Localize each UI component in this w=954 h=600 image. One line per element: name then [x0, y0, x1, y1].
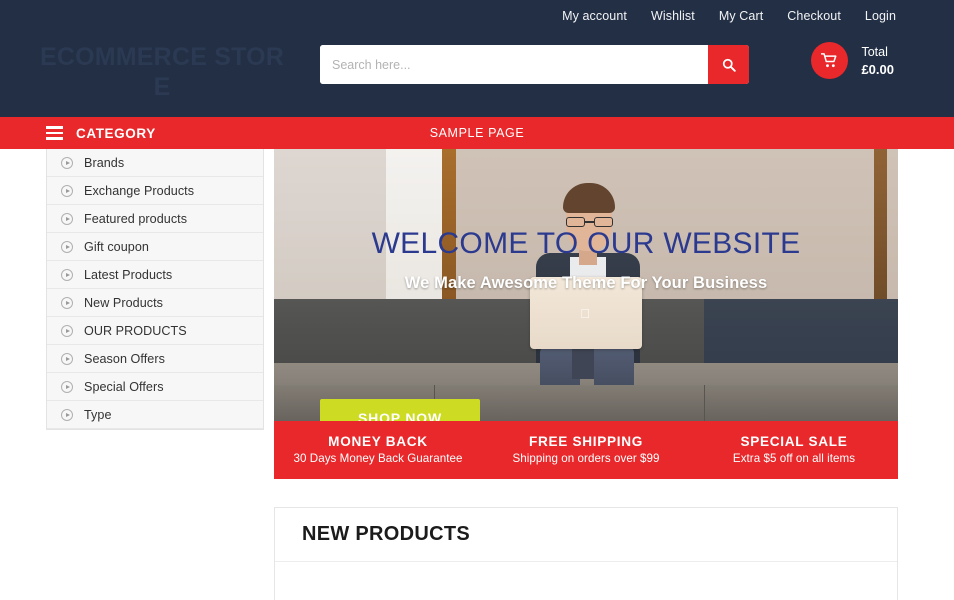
search-button[interactable] — [708, 45, 749, 84]
sidebar-item-season-offers[interactable]: Season Offers — [47, 345, 263, 373]
promo-title: FREE SHIPPING — [528, 434, 644, 449]
circle-play-icon — [61, 380, 73, 393]
hamburger-icon — [46, 126, 63, 140]
cart-summary[interactable]: Total £0.00 — [811, 42, 894, 79]
shop-now-button[interactable]: SHOP NOW — [320, 399, 480, 421]
topnav-link-wishlist[interactable]: Wishlist — [651, 8, 695, 24]
circle-play-icon — [61, 324, 73, 337]
topnav-link-my-cart[interactable]: My Cart — [719, 8, 763, 24]
search-icon — [722, 58, 736, 72]
category-menu-label: CATEGORY — [76, 125, 156, 141]
sidebar-item-label: Special Offers — [84, 379, 164, 394]
topnav-link-checkout[interactable]: Checkout — [787, 8, 841, 24]
sidebar-item-latest-products[interactable]: Latest Products — [47, 261, 263, 289]
circle-play-icon — [61, 240, 73, 253]
circle-play-icon — [61, 156, 73, 169]
circle-play-icon — [61, 352, 73, 365]
new-products-title: NEW PRODUCTS — [302, 523, 471, 545]
cart-icon-button[interactable] — [811, 42, 849, 79]
sidebar-item-label: Featured products — [84, 211, 188, 226]
sidebar-item-brands[interactable]: Brands — [47, 149, 263, 177]
promo-subtitle: Extra $5 off on all items — [732, 452, 856, 465]
promo-subtitle: 30 Days Money Back Guarantee — [293, 452, 463, 465]
top-utility-nav: My account Wishlist My Cart Checkout Log… — [562, 8, 896, 24]
site-header: My account Wishlist My Cart Checkout Log… — [0, 0, 954, 117]
cart-total-label: Total — [861, 44, 888, 59]
site-logo[interactable]: ECOMMERCE STORE — [38, 42, 286, 102]
new-products-header: NEW PRODUCTS — [275, 508, 897, 562]
sidebar-item-special-offers[interactable]: Special Offers — [47, 373, 263, 401]
circle-play-icon — [61, 268, 73, 281]
sidebar-item-gift-coupon[interactable]: Gift coupon — [47, 233, 263, 261]
sidebar-item-featured-products[interactable]: Featured products — [47, 205, 263, 233]
hero-subtitle: We Make Awesome Theme For Your Business — [404, 274, 768, 292]
hero-title: WELCOME TO OUR WEBSITE — [371, 227, 801, 260]
sidebar-item-label: Latest Products — [84, 267, 173, 282]
sidebar-item-label: OUR PRODUCTS — [84, 323, 187, 338]
category-menu-button[interactable]: CATEGORY — [46, 117, 156, 149]
promo-title: MONEY BACK — [328, 434, 428, 449]
search-input[interactable] — [320, 45, 708, 84]
cart-total-text: Total £0.00 — [861, 44, 894, 78]
page-root: My account Wishlist My Cart Checkout Log… — [0, 0, 954, 600]
shopping-cart-icon — [821, 53, 837, 68]
promo-item-money-back: MONEY BACK 30 Days Money Back Guarantee — [274, 433, 482, 467]
topnav-link-login[interactable]: Login — [865, 8, 896, 24]
nav-link-sample-page[interactable]: SAMPLE PAGE — [430, 126, 525, 140]
sidebar-item-label: Gift coupon — [84, 239, 149, 254]
sidebar-item-label: Brands — [84, 155, 125, 170]
topnav-link-my-account[interactable]: My account — [562, 8, 627, 24]
promo-banner: MONEY BACK 30 Days Money Back Guarantee … — [274, 421, 898, 479]
circle-play-icon — [61, 212, 73, 225]
sidebar-item-label: New Products — [84, 295, 163, 310]
sidebar-item-label: Type — [84, 407, 112, 422]
new-products-panel: NEW PRODUCTS — [274, 507, 898, 600]
hero-slider[interactable]:  WELCOME TO OUR WEBSITE We Make Awesome… — [274, 149, 898, 421]
category-nav-bar: SAMPLE PAGE CATEGORY — [0, 117, 954, 149]
category-sidebar: Brands Exchange Products Featured produc… — [46, 149, 264, 430]
promo-title: SPECIAL SALE — [740, 434, 848, 449]
sidebar-item-type[interactable]: Type — [47, 401, 263, 429]
search-bar — [320, 45, 749, 84]
promo-item-free-shipping: FREE SHIPPING Shipping on orders over $9… — [482, 433, 690, 467]
sidebar-item-our-products[interactable]: OUR PRODUCTS — [47, 317, 263, 345]
cart-total-amount: £0.00 — [861, 61, 894, 77]
circle-play-icon — [61, 184, 73, 197]
sidebar-item-exchange-products[interactable]: Exchange Products — [47, 177, 263, 205]
sidebar-item-label: Season Offers — [84, 351, 165, 366]
sidebar-item-new-products[interactable]: New Products — [47, 289, 263, 317]
sidebar-item-label: Exchange Products — [84, 183, 195, 198]
circle-play-icon — [61, 296, 73, 309]
promo-subtitle: Shipping on orders over $99 — [512, 452, 660, 465]
promo-item-special-sale: SPECIAL SALE Extra $5 off on all items — [690, 433, 898, 467]
circle-play-icon — [61, 408, 73, 421]
